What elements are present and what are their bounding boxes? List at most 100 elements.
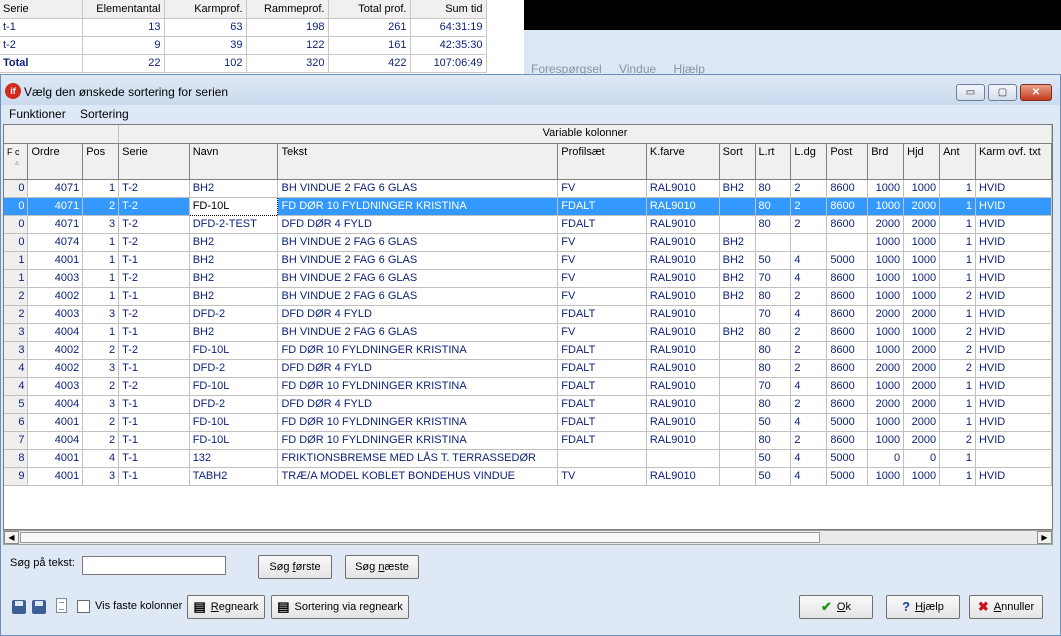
- table-cell[interactable]: DFD DØR 4 FYLD: [277, 305, 559, 324]
- table-cell[interactable]: 1: [939, 233, 976, 252]
- table-cell[interactable]: HVID: [975, 413, 1052, 432]
- table-row[interactable]: 7 4004 2 T-1 FD-10L FD DØR 10 FYLDNINGER KRIS…: [4, 431, 1052, 450]
- spreadsheet-button[interactable]: ▤ Regneark: [187, 595, 265, 619]
- table-cell[interactable]: RAL9010: [646, 467, 720, 486]
- table-cell[interactable]: HVID: [975, 395, 1052, 414]
- table-cell[interactable]: RAL9010: [646, 395, 720, 414]
- table-cell[interactable]: 1: [939, 377, 976, 396]
- table-cell[interactable]: RAL9010: [646, 323, 720, 342]
- table-cell[interactable]: T-1: [118, 287, 190, 306]
- search-input[interactable]: [82, 556, 226, 575]
- table-cell[interactable]: FDALT: [557, 431, 647, 450]
- table-cell[interactable]: RAL9010: [646, 179, 720, 198]
- table-cell[interactable]: 2000: [867, 359, 905, 378]
- column-header[interactable]: L.rt: [755, 143, 792, 180]
- table-cell[interactable]: 1: [939, 251, 976, 270]
- table-cell[interactable]: 4003: [27, 305, 84, 324]
- table-cell[interactable]: 2: [790, 179, 828, 198]
- table-row[interactable]: 1 4003 1 T-2 BH2 BH VINDUE 2 FAG 6 GLAS FV RAL9…: [4, 269, 1052, 288]
- table-cell[interactable]: FD-10L: [188, 196, 279, 216]
- table-cell[interactable]: 1000: [903, 233, 941, 252]
- table-cell[interactable]: 1: [939, 179, 976, 198]
- table-cell[interactable]: BH VINDUE 2 FAG 6 GLAS: [277, 233, 559, 252]
- scroll-right-arrow-icon[interactable]: ▶: [1037, 531, 1052, 544]
- sort-via-spreadsheet-button[interactable]: ▤ Sortering via regneark: [271, 595, 409, 619]
- table-cell[interactable]: 80: [755, 215, 792, 234]
- horizontal-scrollbar[interactable]: ◀ ▶: [3, 530, 1053, 545]
- table-cell[interactable]: 1: [82, 287, 120, 306]
- table-cell[interactable]: HVID: [975, 287, 1052, 306]
- table-cell[interactable]: 8: [4, 449, 29, 468]
- table-cell[interactable]: 4: [790, 413, 828, 432]
- table-cell[interactable]: 4004: [27, 323, 84, 342]
- table-cell[interactable]: 2000: [903, 197, 941, 216]
- table-cell[interactable]: 2: [939, 341, 976, 360]
- table-cell[interactable]: 1: [82, 269, 120, 288]
- table-cell[interactable]: 2: [790, 359, 828, 378]
- table-cell[interactable]: [719, 449, 756, 468]
- ok-button[interactable]: ✔ Ok: [799, 595, 873, 619]
- table-cell[interactable]: 1: [939, 215, 976, 234]
- table-cell[interactable]: 8600: [826, 197, 869, 216]
- table-cell[interactable]: 2000: [903, 377, 941, 396]
- table-cell[interactable]: HVID: [975, 431, 1052, 450]
- table-cell[interactable]: 2: [939, 359, 976, 378]
- column-header[interactable]: Hjd: [903, 143, 941, 180]
- table-cell[interactable]: [790, 233, 828, 252]
- table-cell[interactable]: [719, 341, 756, 360]
- table-cell[interactable]: 4004: [27, 431, 84, 450]
- table-cell[interactable]: FD-10L: [189, 377, 279, 396]
- table-cell[interactable]: BH VINDUE 2 FAG 6 GLAS: [277, 269, 559, 288]
- table-cell[interactable]: 2000: [903, 395, 941, 414]
- table-cell[interactable]: RAL9010: [646, 359, 720, 378]
- table-row[interactable]: 2 4003 3 T-2 DFD-2 DFD DØR 4 FYLD FDALT RAL9010…: [4, 305, 1052, 324]
- table-cell[interactable]: 50: [755, 251, 792, 270]
- table-cell[interactable]: 4: [790, 251, 828, 270]
- table-cell[interactable]: 80: [755, 431, 792, 450]
- table-cell[interactable]: 1: [939, 467, 976, 486]
- table-cell[interactable]: FD DØR 10 FYLDNINGER KRISTINA: [277, 431, 559, 450]
- table-cell[interactable]: RAL9010: [646, 269, 720, 288]
- table-cell[interactable]: HVID: [975, 215, 1052, 234]
- table-cell[interactable]: 70: [755, 377, 792, 396]
- table-row[interactable]: 9 4001 3 T-1 TABH2 TRÆ/A MODEL KOBLET BONDEHU…: [4, 467, 1052, 486]
- close-button[interactable]: ✕: [1020, 84, 1052, 101]
- table-cell[interactable]: BH2: [719, 287, 756, 306]
- table-cell[interactable]: [719, 215, 756, 234]
- table-cell[interactable]: FDALT: [557, 377, 647, 396]
- table-cell[interactable]: HVID: [975, 359, 1052, 378]
- table-cell[interactable]: RAL9010: [646, 413, 720, 432]
- table-cell[interactable]: 3: [82, 215, 120, 234]
- table-cell[interactable]: 8600: [826, 179, 869, 198]
- table-cell[interactable]: 80: [755, 359, 792, 378]
- column-header[interactable]: Pos: [82, 143, 120, 180]
- table-cell[interactable]: 1000: [867, 251, 905, 270]
- table-cell[interactable]: RAL9010: [646, 431, 720, 450]
- table-cell[interactable]: 4004: [27, 395, 84, 414]
- table-cell[interactable]: 4003: [27, 377, 84, 396]
- menu-funktioner[interactable]: Funktioner: [9, 107, 66, 121]
- table-cell[interactable]: 3: [82, 359, 120, 378]
- table-cell[interactable]: RAL9010: [646, 341, 720, 360]
- table-cell[interactable]: 1000: [903, 287, 941, 306]
- table-cell[interactable]: 2000: [903, 341, 941, 360]
- table-cell[interactable]: 4: [790, 305, 828, 324]
- table-cell[interactable]: 50: [755, 413, 792, 432]
- cancel-button[interactable]: ✖ Annuller: [969, 595, 1043, 619]
- table-cell[interactable]: HVID: [975, 197, 1052, 216]
- table-cell[interactable]: [719, 431, 756, 450]
- sort-grid[interactable]: Variable kolonner F c ▵ Ordre Pos Serie Navn T…: [3, 124, 1053, 530]
- table-cell[interactable]: 1000: [903, 467, 941, 486]
- table-cell[interactable]: 4001: [27, 449, 84, 468]
- column-header[interactable]: Navn: [189, 143, 279, 180]
- table-cell[interactable]: 4003: [27, 269, 84, 288]
- table-row[interactable]: 4 4003 2 T-2 FD-10L FD DØR 10 FYLDNINGER KRIS…: [4, 377, 1052, 396]
- table-cell[interactable]: 1000: [867, 377, 905, 396]
- table-cell[interactable]: 4: [4, 359, 29, 378]
- table-cell[interactable]: T-1: [118, 323, 190, 342]
- table-cell[interactable]: 80: [755, 197, 792, 216]
- table-cell[interactable]: 7: [4, 431, 29, 450]
- table-cell[interactable]: 2: [939, 431, 976, 450]
- table-cell[interactable]: 4071: [27, 179, 84, 198]
- table-cell[interactable]: TABH2: [189, 467, 279, 486]
